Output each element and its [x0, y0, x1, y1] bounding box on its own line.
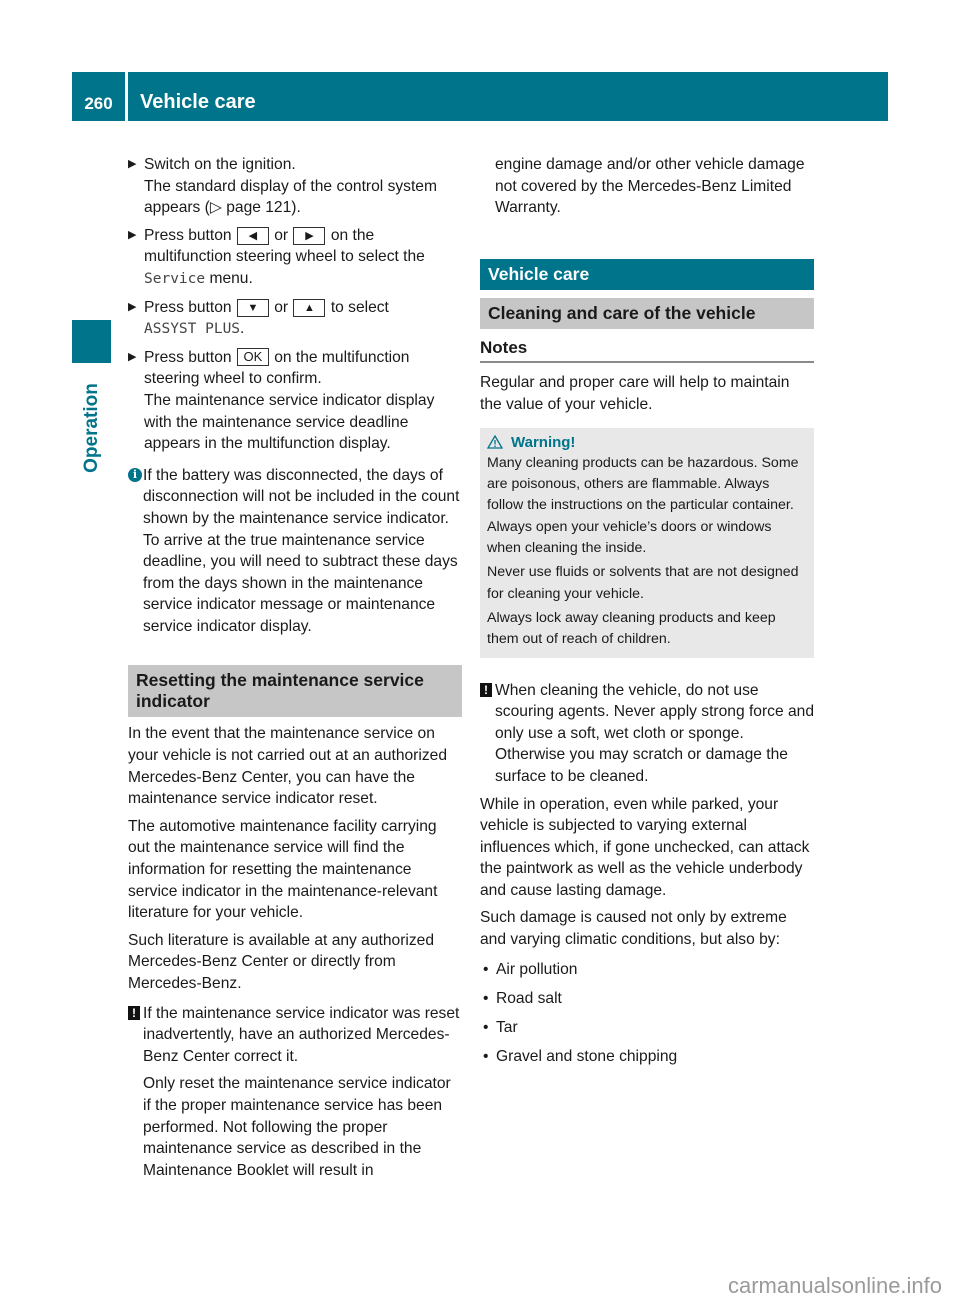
step-arrow-icon: ▶	[128, 158, 137, 170]
display-text-service: Service	[144, 270, 206, 287]
section-heading: Resetting the maintenance service indica…	[128, 665, 462, 718]
instruction-step: ▶ Press button ▼ or ▲ to select ASSYST P…	[128, 298, 389, 338]
section-tab: Operation	[70, 373, 114, 483]
page-ref-icon: ▷	[209, 199, 222, 217]
watermark: carmanualsonline.info	[728, 1273, 943, 1298]
paragraph: Such literature is available at any auth…	[128, 931, 434, 992]
info-icon: i	[128, 467, 142, 482]
page-header-title: Vehicle care	[128, 72, 888, 121]
warning-paragraph: Always lock away cleaning products and k…	[487, 609, 776, 648]
warning-triangle-icon	[487, 435, 503, 449]
bullet-icon: •	[483, 1018, 489, 1036]
warning-paragraph: Many cleaning products can be hazardous.…	[487, 454, 799, 557]
warning-paragraph: Never use fluids or solvents that are no…	[487, 564, 799, 602]
list-item: • Tar	[483, 1018, 518, 1036]
warning-box: Warning! Many cleaning products can be h…	[480, 427, 814, 658]
list-item: • Gravel and stone chipping	[483, 1047, 678, 1065]
up-arrow-key-icon: ▲	[293, 298, 326, 317]
section-marker	[72, 320, 111, 363]
info-note: i If the battery was disconnected, the d…	[128, 465, 462, 638]
chapter-heading: Vehicle care	[480, 258, 814, 290]
instruction-step: ▶ Switch on the ignition. The standard d…	[128, 156, 437, 217]
display-text-assyst-plus: ASSYST PLUS	[144, 321, 241, 338]
warning-title: Warning!	[511, 433, 576, 451]
paragraph: While in operation, even while parked, y…	[480, 795, 810, 899]
left-column: ▶ Switch on the ignition. The standard d…	[128, 154, 462, 1187]
bullet-icon: •	[483, 1047, 489, 1065]
page-reference-link[interactable]: page 121	[226, 199, 291, 216]
caution-note: ! When cleaning the vehicle, do not use …	[480, 680, 814, 788]
exclamation-icon: !	[128, 1005, 140, 1020]
instruction-step: ▶ Press button OK on the multifunction s…	[128, 347, 435, 453]
step-arrow-icon: ▶	[128, 350, 137, 363]
ok-key-icon: OK	[236, 347, 269, 366]
step-arrow-icon: ▶	[128, 228, 137, 241]
subheading: Notes	[480, 329, 814, 364]
continuation-text: engine damage and/or other vehicle damag…	[495, 156, 805, 217]
right-column: engine damage and/or other vehicle damag…	[480, 154, 814, 1067]
step-arrow-icon: ▶	[128, 300, 137, 313]
section-heading: Cleaning and care of the vehicle	[480, 297, 814, 329]
instruction-step: ▶ Press button ◀ or ▶ on the multifuncti…	[128, 226, 425, 287]
list-item: • Road salt	[483, 989, 562, 1007]
paragraph: In the event that the maintenance servic…	[128, 725, 447, 808]
down-arrow-key-icon: ▼	[236, 298, 269, 317]
bullet-icon: •	[483, 989, 489, 1007]
paragraph: Such damage is caused not only by extrem…	[480, 909, 787, 949]
exclamation-icon: !	[480, 682, 492, 697]
paragraph: Regular and proper care will help to mai…	[480, 374, 790, 413]
page-number: 260	[72, 72, 125, 121]
caution-note: ! If the maintenance service indicator w…	[128, 1003, 462, 1182]
bullet-icon: •	[483, 960, 489, 978]
section-tab-label: Operation	[81, 383, 102, 473]
left-arrow-key-icon: ◀	[236, 226, 269, 245]
list-item: • Air pollution	[483, 960, 578, 978]
right-arrow-key-icon: ▶	[293, 226, 326, 245]
paragraph: The automotive maintenance facility carr…	[128, 817, 438, 922]
